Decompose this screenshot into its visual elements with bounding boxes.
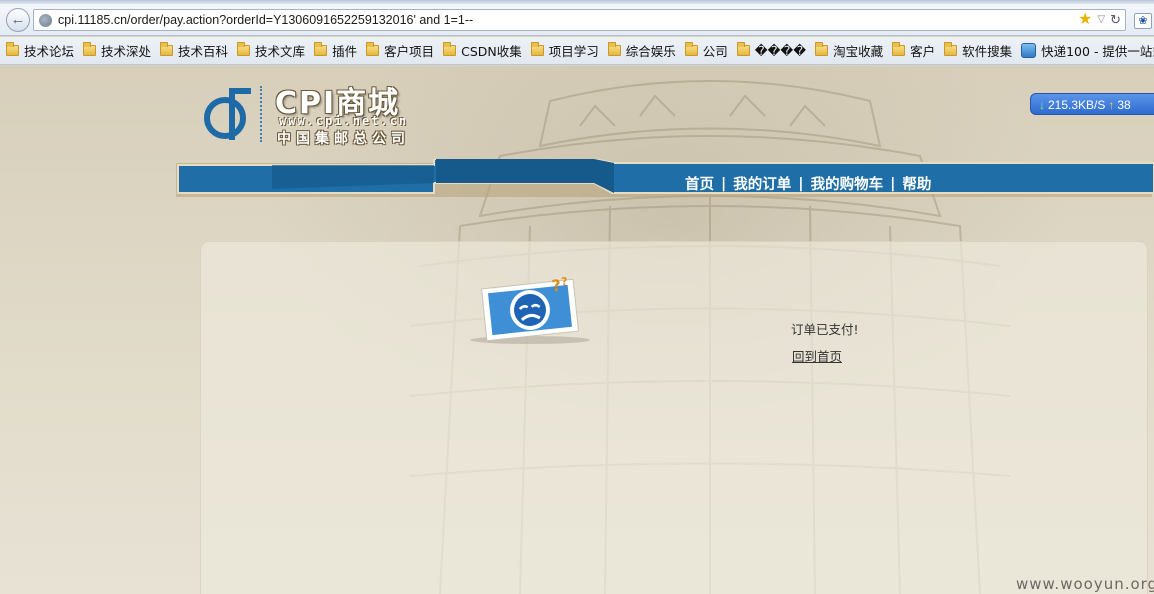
bookmark-item[interactable]: 技术文库 — [237, 41, 305, 60]
site-logo[interactable]: CPI商城 www.cpi.net.cn 中国集邮总公司 — [203, 80, 435, 147]
bookmark-item[interactable]: 技术百科 — [160, 41, 228, 60]
bookmark-item[interactable]: CSDN收集 — [443, 41, 522, 60]
download-arrow-icon: ↓ — [1039, 98, 1045, 112]
folder-icon — [815, 42, 829, 56]
browser-navbar: ← cpi.11185.cn/order/pay.action?orderId=… — [0, 4, 1154, 36]
nav-separator: | — [798, 175, 804, 192]
search-engine-icon[interactable]: ❀ — [1134, 13, 1152, 29]
globe-icon — [39, 14, 52, 27]
folder-icon — [6, 42, 19, 56]
bookmark-item[interactable]: 综合娱乐 — [607, 41, 676, 60]
bookmark-item[interactable]: 软件搜集 — [944, 41, 1012, 60]
address-bar[interactable]: cpi.11185.cn/order/pay.action?orderId=Y1… — [33, 9, 1126, 31]
folder-icon — [83, 42, 97, 56]
bookmark-label: 公司 — [702, 44, 728, 59]
nav-item[interactable]: 帮助 — [902, 173, 931, 194]
bookmark-item[interactable]: 公司 — [684, 41, 728, 60]
svg-text:?: ? — [561, 275, 569, 289]
back-arrow-icon[interactable]: ← — [6, 8, 30, 32]
content-panel — [200, 241, 1148, 594]
logo-divider — [260, 86, 262, 142]
nav-item[interactable]: 我的订单 — [733, 173, 791, 194]
upload-speed: 38 — [1117, 98, 1131, 112]
bookmark-label: 淘宝收藏 — [833, 44, 884, 59]
bookmark-label: 技术论坛 — [24, 44, 75, 59]
nav-separator: | — [890, 175, 896, 192]
bookmark-item[interactable]: 插件 — [314, 41, 357, 60]
nav-band — [174, 159, 1154, 199]
site-icon — [1021, 43, 1037, 58]
speed-meter[interactable]: ↓ 215.3KB/S ↑ 38 — [1030, 93, 1154, 115]
nav-separator: | — [721, 175, 727, 192]
download-speed: 215.3KB/S — [1048, 98, 1106, 112]
bookmark-label: 综合娱乐 — [625, 44, 676, 59]
folder-icon — [684, 42, 698, 56]
upload-arrow-icon: ↑ — [1108, 98, 1115, 112]
folder-icon — [944, 42, 958, 56]
folder-icon — [530, 42, 544, 56]
url-actions: ★ ▽ ↻ — [1078, 11, 1121, 29]
bookmark-item[interactable]: 技术论坛 — [6, 41, 74, 60]
bookmark-label: 客户 — [910, 44, 936, 59]
bookmark-label: ���� — [754, 43, 807, 58]
nav-item[interactable]: 首页 — [685, 173, 714, 194]
folder-icon — [314, 42, 328, 56]
back-to-home-link[interactable]: 回到首页 — [792, 346, 842, 365]
url-text[interactable]: cpi.11185.cn/order/pay.action?orderId=Y1… — [58, 13, 473, 27]
bookmark-item[interactable]: 快递100 - 提供一站式... — [1021, 41, 1154, 60]
bookmark-label: 技术文库 — [255, 44, 306, 59]
nav-band-shape — [176, 159, 1154, 197]
bookmark-label: 插件 — [332, 44, 358, 59]
bookmarks-bar: 技术论坛 技术深处 技术百科 技术文库 插件 客户项目 CSDN收集 项目学习 综合娱乐 公司 ��… — [0, 37, 1154, 65]
payment-status-message: 订单已支付! — [791, 322, 859, 337]
sad-stamp-icon: ? ? — [470, 275, 590, 344]
chevron-down-icon[interactable]: ▽ — [1097, 11, 1105, 29]
bookmark-item[interactable]: 客户 — [892, 41, 935, 60]
bookmark-item[interactable]: 项目学习 — [530, 41, 599, 60]
folder-icon — [607, 42, 621, 56]
bookmark-item[interactable]: 技术深处 — [83, 41, 151, 60]
folder-icon — [366, 42, 380, 56]
folder-icon — [892, 42, 906, 56]
bookmark-label: 客户项目 — [384, 44, 435, 59]
folder-icon — [237, 42, 251, 56]
nav-item[interactable]: 我的购物车 — [811, 173, 884, 194]
bookmark-label: 技术百科 — [178, 44, 229, 59]
folder-icon — [736, 42, 750, 56]
bookmark-item[interactable]: 淘宝收藏 — [815, 41, 883, 60]
page-viewport: CPI商城 www.cpi.net.cn 中国集邮总公司 ↓ 215.3KB/S ↑… — [0, 66, 1154, 594]
logo-mark-icon — [204, 88, 251, 140]
folder-icon — [160, 42, 174, 56]
bookmark-label: 技术深处 — [101, 44, 152, 59]
bookmark-item[interactable]: 客户项目 — [366, 41, 434, 60]
bookmark-star-icon[interactable]: ★ — [1078, 11, 1092, 29]
reload-icon[interactable]: ↻ — [1110, 11, 1121, 29]
watermark: www.wooyun.org — [1016, 575, 1154, 593]
bookmark-label: CSDN收集 — [461, 44, 522, 59]
bookmark-item[interactable]: ���� — [736, 42, 807, 58]
bookmark-label: 快递100 - 提供一站式... — [1041, 44, 1154, 59]
main-nav: 首页 | 我的订单 | 我的购物车 | 帮助 — [685, 173, 931, 194]
bookmark-label: 项目学习 — [548, 44, 599, 59]
logo-company-name: 中国集邮总公司 — [277, 131, 410, 147]
logo-url: www.cpi.net.cn — [279, 114, 409, 128]
folder-icon — [443, 42, 457, 56]
bookmark-label: 软件搜集 — [962, 44, 1013, 59]
